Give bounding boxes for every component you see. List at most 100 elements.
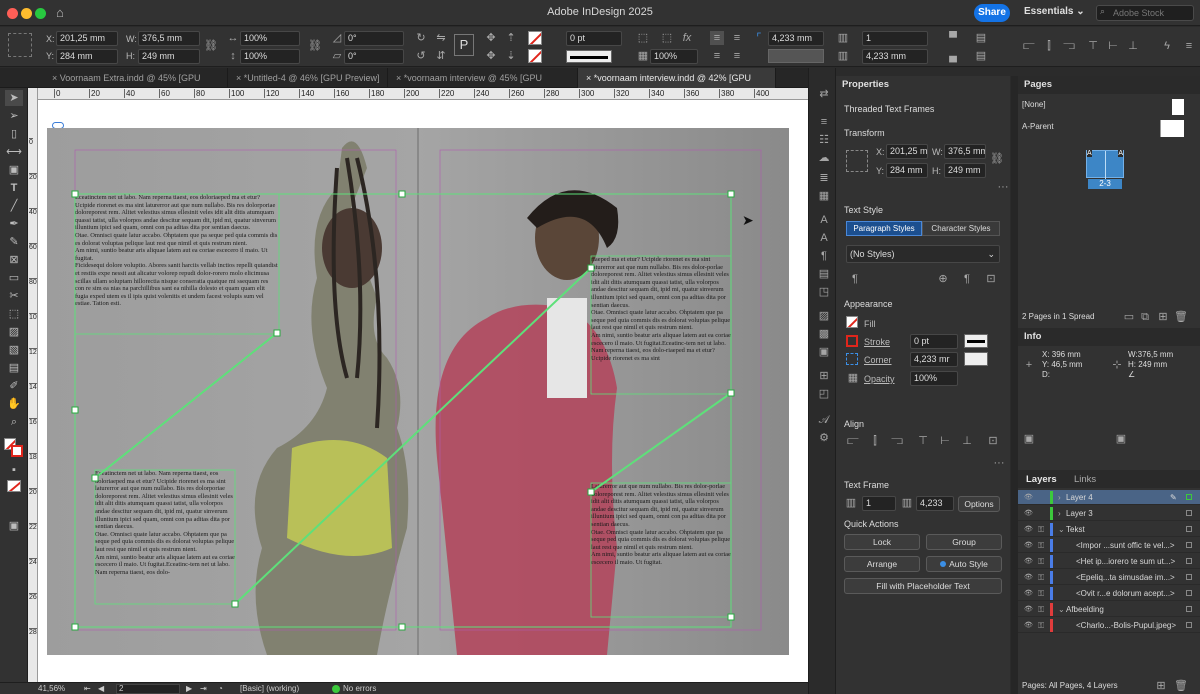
hand-tool-icon[interactable]: ✋	[5, 396, 23, 412]
gutter-field[interactable]: 4,233 mm	[862, 49, 928, 64]
tab-paragraph-styles[interactable]: Paragraph Styles	[846, 221, 922, 236]
visibility-eye-icon[interactable]: 👁	[1024, 522, 1033, 537]
page-size-icon[interactable]: ▭	[1122, 310, 1136, 324]
visibility-eye-icon[interactable]: 👁	[1024, 506, 1033, 521]
none-parent-thumb[interactable]	[1172, 99, 1184, 115]
delete-layer-icon[interactable]: 🗑	[1174, 679, 1188, 693]
rectangle-frame-tool-icon[interactable]: ⊠	[5, 252, 23, 268]
scale-y-field[interactable]: 100%	[240, 49, 300, 64]
opacity-label[interactable]: Opacity	[864, 374, 895, 384]
vertical-justify-top-icon[interactable]: ▀	[946, 31, 960, 45]
y-field[interactable]: 284 mm	[56, 49, 118, 64]
effects-icon[interactable]: ▦	[636, 49, 650, 63]
text-frame-1[interactable]: Eceatinctem net ut labo. Nam reperna tia…	[75, 194, 279, 342]
select-previous-icon[interactable]: ⇡	[504, 31, 518, 45]
stroke-weight-field[interactable]: 0 pt	[566, 31, 622, 46]
pen-tool-icon[interactable]: ✒	[5, 216, 23, 232]
stroke-none-icon[interactable]	[11, 445, 23, 457]
align-bottom-edges-icon[interactable]: ⊥	[1126, 39, 1140, 53]
paragraph-mark-icon[interactable]: ¶	[848, 272, 862, 286]
direct-selection-tool-icon[interactable]: ➢	[5, 108, 23, 124]
preflight-errors[interactable]: No errors	[343, 684, 376, 693]
selection-square-icon[interactable]	[1186, 494, 1192, 500]
auto-style-button[interactable]: Auto Style	[926, 556, 1002, 572]
visibility-eye-icon[interactable]: 👁	[1024, 602, 1033, 617]
selection-square-icon[interactable]	[1186, 510, 1192, 516]
selection-square-icon[interactable]	[1186, 574, 1192, 580]
constrain-scale-icon[interactable]: ⛓	[308, 39, 322, 53]
tab-voornaam-interview-indd[interactable]: × *voornaam interview.indd @ 42% [GPU Pr…	[578, 68, 776, 103]
tab-character-styles[interactable]: Character Styles	[922, 221, 1000, 236]
layer-row[interactable]: 👁 ⚿ ⌄ Afbeelding	[1018, 602, 1200, 617]
lock-icon[interactable]: ⚿	[1038, 538, 1044, 553]
stroke-swatch-icon[interactable]	[846, 335, 858, 347]
zoom-tool-icon[interactable]: ⌕	[5, 414, 23, 430]
tab-close-icon[interactable]: ×	[236, 73, 244, 83]
tab-close-icon[interactable]: ×	[586, 73, 594, 83]
selection-tool-icon[interactable]: ➤	[5, 90, 23, 106]
visibility-eye-icon[interactable]: 👁	[1024, 570, 1033, 585]
line-tool-icon[interactable]: ╱	[5, 198, 23, 214]
rotate-field[interactable]: 0°	[344, 31, 404, 46]
tab-layers[interactable]: Layers	[1026, 474, 1057, 485]
rectangle-tool-icon[interactable]: ▭	[5, 270, 23, 286]
panel-menu-icon[interactable]: ≡	[1182, 39, 1196, 53]
stroke-swatch-none-icon[interactable]	[528, 49, 542, 63]
text-frame-4[interactable]: Laturerror aut que num nullabo. Bis res …	[591, 483, 731, 593]
type-tool-icon[interactable]: T	[5, 180, 23, 196]
align-top-edges-icon[interactable]: ⊤	[1086, 39, 1100, 53]
prop-h-field[interactable]: 249 mm	[944, 163, 986, 178]
reference-point-icon[interactable]	[8, 33, 32, 57]
corner-size-field[interactable]: 4,233 mr	[910, 352, 958, 367]
layer-row[interactable]: 👁 › Layer 4 ✎	[1018, 490, 1200, 505]
workspace-switcher[interactable]: Essentials ⌄	[1024, 6, 1085, 17]
a-parent-thumb[interactable]	[1160, 120, 1184, 137]
tab-links[interactable]: Links	[1074, 474, 1096, 485]
text-frame-options-icon[interactable]: ▤	[974, 31, 988, 45]
spread-thumbnail[interactable]: AA	[1086, 150, 1124, 179]
delete-page-icon[interactable]: 🗑	[1174, 310, 1188, 324]
expand-chevron-icon[interactable]: ⌄	[1058, 522, 1065, 537]
align-vertical-centers-icon[interactable]: ⊢	[1106, 39, 1120, 53]
lock-icon[interactable]: ⚿	[1038, 554, 1044, 569]
clear-overrides-icon[interactable]: ¶	[960, 272, 974, 286]
text-frame-2[interactable]: Eceatinctem net ut labo. Nam reperna tia…	[95, 470, 235, 606]
frame-fitting-icon[interactable]: ⬚	[636, 31, 650, 45]
info-panel-title[interactable]: Info	[1018, 328, 1200, 346]
lock-icon[interactable]: ⚿	[1038, 522, 1044, 537]
justify-icon[interactable]: ≡	[730, 49, 744, 63]
align-left-icon[interactable]: ⫍	[846, 434, 860, 448]
paragraph-styles-icon[interactable]: A	[816, 230, 832, 246]
preflight-profile[interactable]: [Basic] (working)	[240, 684, 299, 693]
scale-x-field[interactable]: 100%	[240, 31, 300, 46]
gutter-field-top[interactable]: 4,233 mm	[768, 31, 824, 46]
lock-icon[interactable]: ⚿	[1038, 586, 1044, 601]
columns-field[interactable]: 1	[862, 496, 896, 511]
layer-row[interactable]: 👁 › Layer 3	[1018, 506, 1200, 521]
stroke-panel-icon[interactable]: ≣	[816, 170, 832, 186]
free-transform-tool-icon[interactable]: ⬚	[5, 306, 23, 322]
gradient-panel-icon[interactable]: ▩	[816, 326, 832, 342]
next-page-icon[interactable]: ▶	[186, 684, 192, 693]
align-panel-icon[interactable]: ⊞	[816, 368, 832, 384]
screen-mode-icon[interactable]: ▣	[5, 518, 23, 534]
visibility-eye-icon[interactable]: 👁	[1024, 586, 1033, 601]
select-content-icon[interactable]: ✥	[484, 49, 498, 63]
constrain-link-icon[interactable]: ⛓	[990, 152, 1004, 166]
align-horizontal-centers-icon[interactable]: ⫿	[1042, 39, 1056, 53]
lock-icon[interactable]: ⚿	[1038, 602, 1044, 617]
flip-horizontal-icon[interactable]: ⇋	[434, 31, 448, 45]
selection-square-icon[interactable]	[1186, 606, 1192, 612]
visibility-eye-icon[interactable]: 👁	[1024, 538, 1033, 553]
rotate-cw-icon[interactable]: ↻	[414, 31, 428, 45]
visibility-eye-icon[interactable]: 👁	[1024, 554, 1033, 569]
select-container-icon[interactable]: ✥	[484, 31, 498, 45]
more-options-icon[interactable]: ···	[996, 180, 1010, 194]
page-number-field[interactable]: 2	[116, 684, 180, 694]
h-field[interactable]: 249 mm	[138, 49, 200, 64]
paragraph-panel-icon[interactable]: ¶	[816, 248, 832, 264]
style-options-icon[interactable]: ⊡	[984, 272, 998, 286]
text-frame-options-button[interactable]: Options	[958, 496, 1000, 512]
align-top-icon[interactable]: ⊤	[916, 434, 930, 448]
shear-field[interactable]: 0°	[344, 49, 404, 64]
